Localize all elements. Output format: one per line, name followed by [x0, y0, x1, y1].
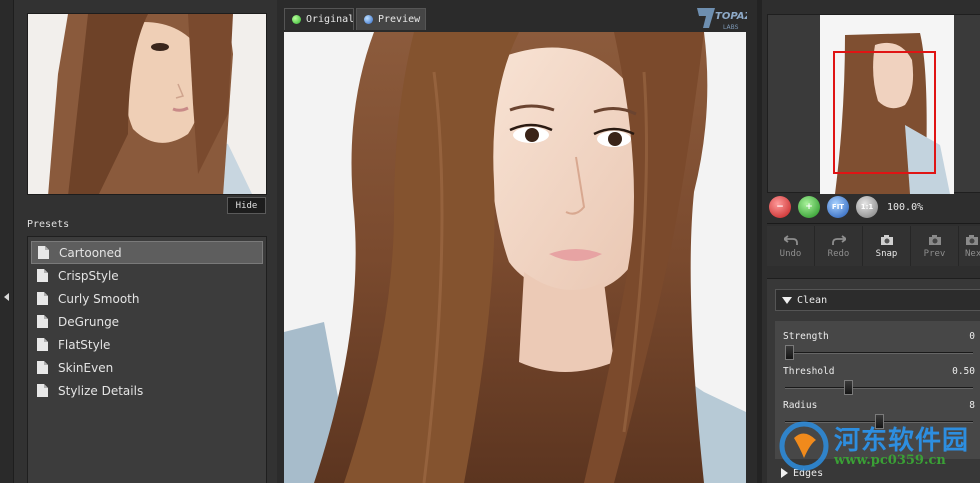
prev-label: Prev: [923, 248, 946, 259]
threshold-label: Threshold: [783, 366, 835, 377]
zoom-in-button[interactable]: +: [798, 196, 820, 218]
tab-label: Original: [306, 14, 354, 25]
cartoon-portrait-thumbnail-image: [28, 14, 266, 194]
preset-label: DeGrunge: [58, 314, 120, 329]
preview-area: Original Preview TOPAZ LABS: [277, 0, 757, 483]
navigator-portrait-image: [820, 15, 954, 194]
radius-slider[interactable]: [785, 414, 973, 429]
document-icon: [37, 315, 48, 328]
section-header-clean[interactable]: Clean: [775, 289, 980, 311]
tab-label: Preview: [378, 14, 421, 25]
snap-button[interactable]: Snap: [863, 226, 911, 266]
document-icon: [38, 246, 49, 259]
zoom-out-button[interactable]: −: [769, 196, 791, 218]
hide-button[interactable]: Hide: [227, 197, 266, 214]
document-icon: [37, 269, 48, 282]
tab-preview[interactable]: Preview: [356, 8, 426, 30]
undo-icon: [783, 234, 798, 245]
camera-icon: [880, 234, 893, 245]
preset-label: Cartooned: [59, 245, 122, 260]
svg-text:LABS: LABS: [723, 24, 739, 31]
zoom-fit-button[interactable]: FIT: [827, 196, 849, 218]
preset-item-degrunge[interactable]: DeGrunge: [28, 310, 266, 333]
preset-label: SkinEven: [58, 360, 114, 375]
portrait-photo-image: [284, 32, 746, 483]
strength-slider-thumb[interactable]: [785, 345, 794, 360]
zoom-percent: 100.0%: [887, 201, 924, 213]
preset-preview-thumbnail: [27, 13, 267, 195]
strength-value: 0: [969, 331, 975, 342]
preset-label: Curly Smooth: [58, 291, 140, 306]
panel-collapse-strip[interactable]: [0, 0, 14, 483]
expanded-triangle-icon: [782, 296, 792, 304]
section-header-edges[interactable]: Edges: [775, 462, 980, 483]
redo-label: Redo: [827, 248, 850, 259]
presets-label: Presets: [27, 219, 70, 230]
redo-button[interactable]: Redo: [815, 226, 863, 266]
preset-label: CrispStyle: [58, 268, 119, 283]
blue-dot-icon: [364, 15, 373, 24]
undo-button[interactable]: Undo: [767, 226, 815, 266]
next-button[interactable]: Next: [959, 226, 980, 266]
camera-icon: [966, 234, 978, 245]
navigator-thumbnail[interactable]: [820, 15, 954, 194]
divider: [767, 223, 980, 224]
image-canvas[interactable]: [284, 32, 746, 483]
clean-section-body: Strength 0 Threshold 0.50 Radius 8: [775, 321, 980, 459]
preset-item-stylize-details[interactable]: Stylize Details: [28, 379, 266, 402]
snap-label: Snap: [875, 248, 898, 259]
section-title: Clean: [797, 294, 828, 306]
preset-label: FlatStyle: [58, 337, 111, 352]
zoom-actual-size-button[interactable]: 1:1: [856, 196, 878, 218]
svg-text:TOPAZ: TOPAZ: [715, 11, 747, 22]
next-label: Next: [965, 248, 980, 259]
collapse-left-arrow-icon[interactable]: [4, 293, 9, 301]
left-panel: Hide Presets Cartooned CrispStyle Curly …: [0, 0, 277, 483]
preset-item-flatstyle[interactable]: FlatStyle: [28, 333, 266, 356]
preset-item-crispstyle[interactable]: CrispStyle: [28, 264, 266, 287]
tab-original[interactable]: Original: [284, 8, 354, 30]
document-icon: [37, 384, 48, 397]
preset-list[interactable]: Cartooned CrispStyle Curly Smooth DeGrun…: [27, 236, 267, 483]
preset-item-cartooned[interactable]: Cartooned: [31, 241, 263, 264]
document-icon: [37, 338, 48, 351]
preset-item-skineven[interactable]: SkinEven: [28, 356, 266, 379]
history-toolbar: Undo Redo Snap Prev Next: [767, 226, 980, 266]
right-panel: − + FIT 1:1 100.0% Undo Redo Snap Prev N…: [757, 0, 980, 483]
green-dot-icon: [292, 15, 301, 24]
threshold-slider-thumb[interactable]: [844, 380, 854, 395]
topaz-logo: TOPAZ LABS: [697, 8, 747, 31]
strength-slider[interactable]: [785, 345, 973, 360]
prev-button[interactable]: Prev: [911, 226, 959, 266]
camera-icon: [928, 234, 941, 245]
radius-value: 8: [969, 400, 975, 411]
preset-item-curly-smooth[interactable]: Curly Smooth: [28, 287, 266, 310]
threshold-slider[interactable]: [785, 380, 973, 395]
threshold-value: 0.50: [952, 366, 975, 377]
radius-slider-thumb[interactable]: [874, 414, 884, 429]
zoom-toolbar: − + FIT 1:1 100.0%: [767, 194, 980, 220]
preset-label: Stylize Details: [58, 383, 144, 398]
collapsed-triangle-icon: [781, 468, 788, 478]
document-icon: [37, 292, 48, 305]
radius-label: Radius: [783, 400, 818, 411]
section-title: Edges: [793, 467, 824, 479]
document-icon: [37, 361, 48, 374]
undo-label: Undo: [779, 248, 802, 259]
strength-label: Strength: [783, 331, 829, 342]
navigator-frame[interactable]: [767, 14, 980, 194]
redo-icon: [831, 234, 846, 245]
settings-panel: Clean Strength 0 Threshold 0.50 Radius 8…: [767, 278, 980, 483]
